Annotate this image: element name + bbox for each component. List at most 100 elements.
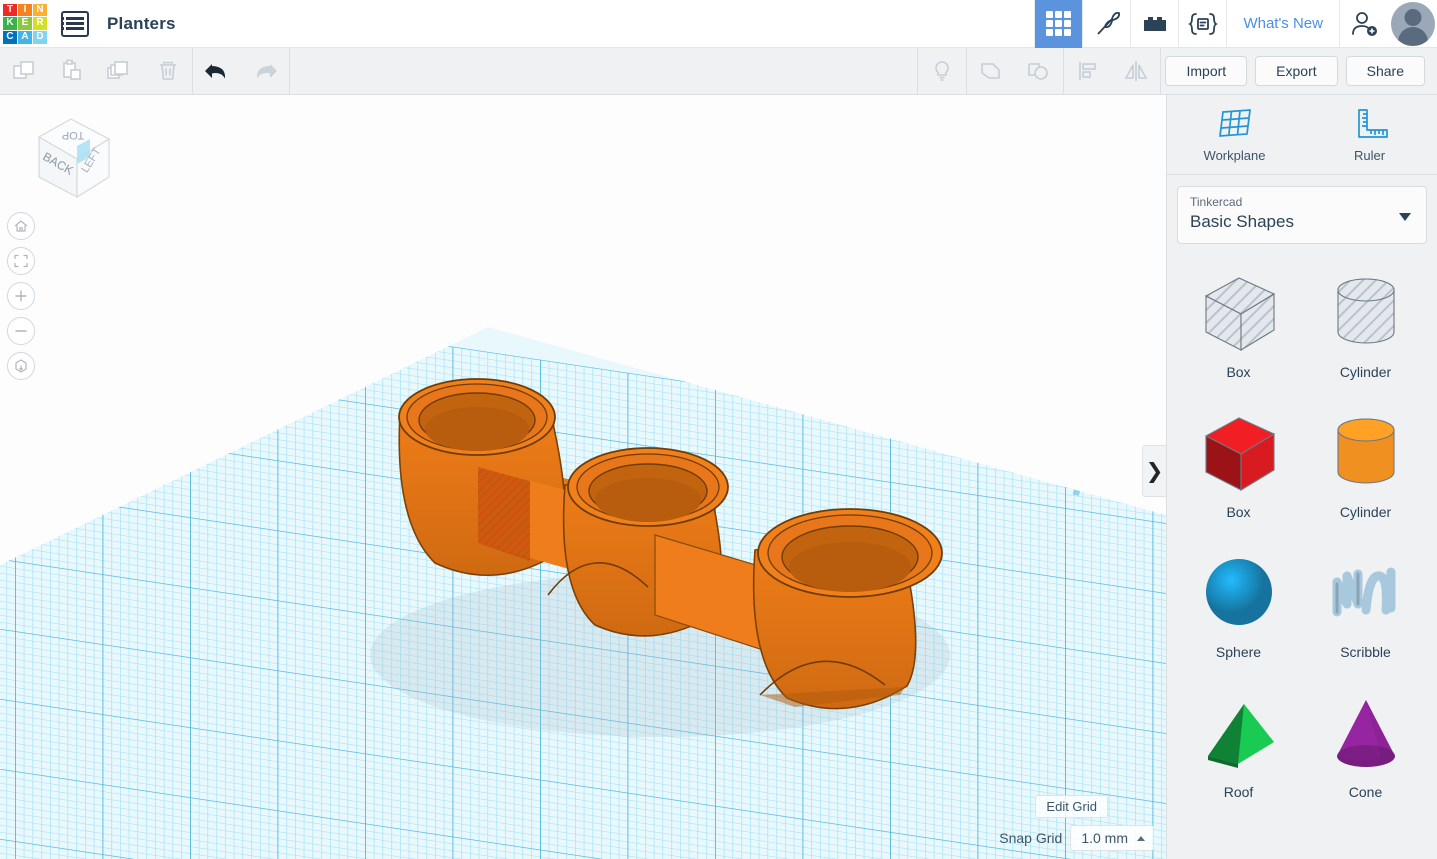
- shape-item-cylinder-3[interactable]: Cylinder: [1302, 402, 1429, 520]
- viewcube-top-label: TOP: [62, 129, 84, 141]
- delete-button[interactable]: [144, 48, 192, 94]
- invite-people-button[interactable]: [1339, 0, 1387, 48]
- shape-item-teal-blob-8[interactable]: [1175, 822, 1302, 859]
- view-navigation: TOP BACK LEFT: [0, 105, 120, 387]
- light-button[interactable]: [918, 48, 966, 94]
- logo-tile-a: A: [18, 30, 32, 44]
- ruler-icon: [1357, 109, 1388, 138]
- zoom-out-button[interactable]: [7, 317, 35, 345]
- fit-frame-icon: [14, 254, 28, 268]
- shape-label: Sphere: [1215, 644, 1262, 660]
- export-button[interactable]: Export: [1255, 56, 1338, 86]
- cylinder-shape-icon: [1321, 408, 1411, 500]
- shape-label: Box: [1226, 504, 1251, 520]
- paste-icon: [63, 59, 81, 80]
- grid-icon: [1046, 11, 1072, 36]
- shape-item-box-2[interactable]: Box: [1175, 402, 1302, 520]
- ruler-tool-label: Ruler: [1353, 148, 1386, 163]
- group-button[interactable]: [967, 48, 1015, 94]
- copy-icon: [13, 61, 34, 79]
- snap-grid-label: Snap Grid: [999, 830, 1063, 846]
- copy-button[interactable]: [0, 48, 48, 94]
- mirror-button[interactable]: [1112, 48, 1160, 94]
- edit-toolbar: Import Export Share: [0, 48, 1437, 95]
- bricks-button[interactable]: [1130, 0, 1178, 48]
- shape-library-select[interactable]: Tinkercad Basic Shapes: [1177, 186, 1427, 244]
- redo-button[interactable]: [241, 48, 289, 94]
- ungroup-icon: [1028, 63, 1049, 80]
- logo-tile-e: E: [18, 17, 32, 30]
- shape-item-cylinder-1[interactable]: Cylinder: [1302, 262, 1429, 380]
- fit-to-view-button[interactable]: [7, 247, 35, 275]
- logo-tile-i: I: [18, 3, 32, 17]
- zoom-in-button[interactable]: [7, 282, 35, 310]
- whats-new-link[interactable]: What's New: [1226, 0, 1339, 48]
- align-button[interactable]: [1064, 48, 1112, 94]
- toolbar-divider-6: [1160, 48, 1162, 94]
- align-icon: [1079, 62, 1097, 80]
- snap-grid-value: 1.0 mm: [1081, 830, 1128, 846]
- duplicate-button[interactable]: [96, 48, 144, 94]
- top-bar: TINKERCAD Planters What's New: [0, 0, 1437, 48]
- cube-arrow-icon: [15, 359, 27, 373]
- box-shape-icon: [1194, 408, 1284, 500]
- shape-label: Cone: [1348, 784, 1383, 800]
- shape-item-scribble-5[interactable]: Scribble: [1302, 542, 1429, 660]
- undo-button[interactable]: [193, 48, 241, 94]
- codeblocks-button[interactable]: [1178, 0, 1226, 48]
- workplane-grid-icon: [1218, 109, 1251, 137]
- shape-label: Box: [1226, 364, 1251, 380]
- workplane-tool-label: Workplane: [1203, 148, 1266, 163]
- duplicate-icon: [107, 61, 128, 79]
- panel-collapse-handle[interactable]: ❯: [1142, 445, 1166, 497]
- minecraft-button[interactable]: [1082, 0, 1130, 48]
- avatar[interactable]: [1391, 1, 1435, 46]
- shape-item-red-blob-9[interactable]: [1302, 822, 1429, 859]
- share-button[interactable]: Share: [1345, 56, 1425, 86]
- chevron-down-icon: [1399, 213, 1411, 221]
- logo-tile-n: N: [33, 3, 47, 17]
- workplane-scene[interactable]: Workplane: [0, 95, 1166, 859]
- ungroup-button[interactable]: [1015, 48, 1063, 94]
- workplane-tool[interactable]: Workplane: [1167, 95, 1302, 174]
- shape-item-cone-7[interactable]: Cone: [1302, 682, 1429, 800]
- logo-tile-d: D: [33, 30, 47, 44]
- tinkercad-app: TINKERCAD Planters What's New Import Exp…: [0, 0, 1437, 859]
- ortho-perspective-toggle[interactable]: [7, 352, 35, 380]
- mirror-icon: [1125, 61, 1148, 81]
- panel-tools: Workplane Ruler: [1167, 95, 1437, 175]
- logo-tile-c: C: [3, 30, 17, 44]
- shape-label: Cylinder: [1339, 504, 1392, 520]
- codeblocks-icon: [1187, 12, 1218, 35]
- shape-item-sphere-4[interactable]: Sphere: [1175, 542, 1302, 660]
- sphere-shape-icon: [1194, 548, 1284, 640]
- caret-up-icon: [1137, 835, 1145, 841]
- shapes-panel: Workplane Ruler Tinkercad Basic Shapes B…: [1166, 95, 1437, 859]
- paste-button[interactable]: [48, 48, 96, 94]
- home-view-button[interactable]: [7, 212, 35, 240]
- ruler-tool[interactable]: Ruler: [1302, 95, 1437, 174]
- snap-grid-control: Snap Grid 1.0 mm: [999, 825, 1154, 851]
- tinkercad-logo[interactable]: TIN KER CAD: [3, 3, 47, 44]
- home-icon: [14, 220, 28, 232]
- view-cube[interactable]: TOP BACK LEFT: [5, 105, 115, 205]
- import-button[interactable]: Import: [1165, 56, 1248, 86]
- edit-grid-button[interactable]: Edit Grid: [1035, 795, 1108, 818]
- 3d-viewport[interactable]: Workplane TOP BACK LEFT Edit Grid Snap G…: [0, 95, 1166, 859]
- shape-item-box-0[interactable]: Box: [1175, 262, 1302, 380]
- logo-tile-t: T: [3, 3, 17, 17]
- add-person-icon: [1351, 11, 1377, 36]
- lightbulb-icon: [935, 61, 950, 81]
- red-blob-shape-icon: [1321, 844, 1411, 859]
- shape-item-roof-6[interactable]: Roof: [1175, 682, 1302, 800]
- designs-grid-button[interactable]: [1034, 0, 1083, 48]
- minus-icon: [15, 330, 27, 332]
- trash-icon: [160, 61, 176, 80]
- shape-grid: Box Cylinder Box Cylinder Sphere Scribble Roof…: [1167, 262, 1437, 859]
- shape-label: Roof: [1223, 784, 1254, 800]
- snap-grid-select[interactable]: 1.0 mm: [1070, 825, 1154, 851]
- list-panel-icon[interactable]: [61, 10, 89, 37]
- shape-label: Scribble: [1340, 644, 1391, 660]
- page-title: Planters: [107, 13, 176, 33]
- cone-shape-icon: [1321, 688, 1411, 780]
